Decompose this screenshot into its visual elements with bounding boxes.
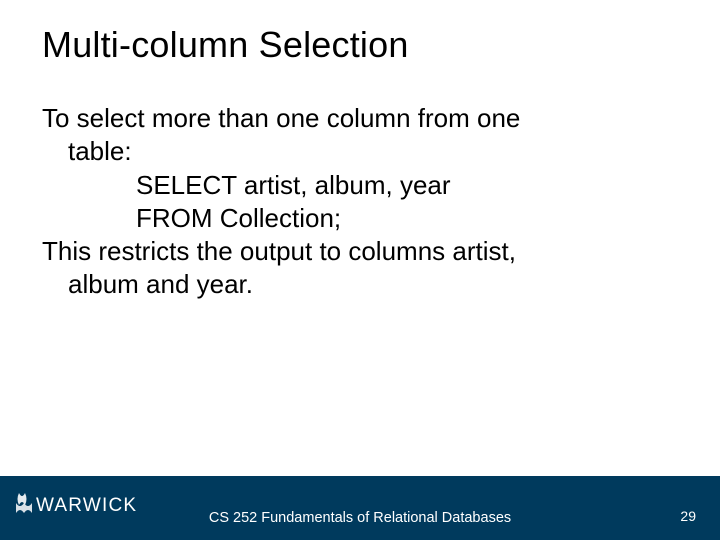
slide: Multi-column Selection To select more th… <box>0 0 720 540</box>
slide-title: Multi-column Selection <box>0 0 720 66</box>
outro-text-line2: album and year. <box>42 268 670 301</box>
outro-text-line1: This restricts the output to columns art… <box>42 235 670 268</box>
intro-text-line1: To select more than one column from one <box>42 102 670 135</box>
sql-select-line: SELECT artist, album, year <box>42 169 670 202</box>
footer-bar: WARWICK CS 252 Fundamentals of Relationa… <box>0 476 720 540</box>
logo-text: WARWICK <box>36 495 137 516</box>
warwick-logo: WARWICK <box>16 487 156 526</box>
sql-from-line: FROM Collection; <box>42 202 670 235</box>
slide-body: To select more than one column from one … <box>0 66 720 302</box>
intro-text-line2: table: <box>42 135 670 168</box>
footer-course-label: CS 252 Fundamentals of Relational Databa… <box>209 510 511 526</box>
page-number: 29 <box>680 508 696 524</box>
